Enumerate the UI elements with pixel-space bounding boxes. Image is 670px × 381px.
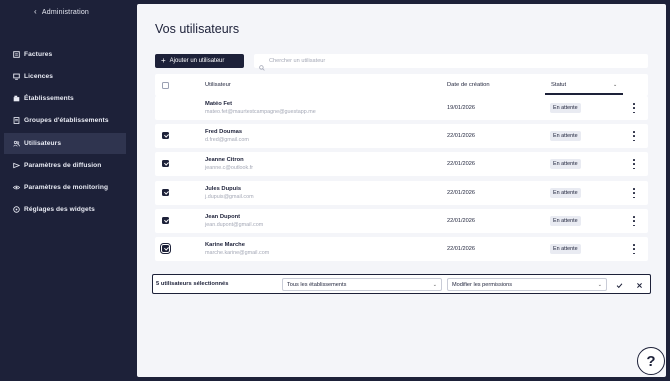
building-icon (13, 95, 20, 102)
back-label: Administration (41, 8, 90, 16)
user-email: jeanne.c@outlook.fr (205, 165, 254, 171)
add-user-button[interactable]: + Ajouter un utilisateur (155, 54, 244, 68)
eye-icon (13, 184, 20, 191)
establishment-select-value: Tous les établissements (287, 281, 347, 288)
user-email: jean.dupont@gmail.com (205, 222, 264, 228)
sidebar-item-monitoring[interactable]: Paramètres de monitoring (4, 177, 126, 198)
invoice-icon (13, 51, 20, 58)
confirm-button[interactable] (613, 279, 625, 291)
created-date: 19/01/2026 (447, 105, 475, 111)
status-filter-underline (545, 93, 623, 95)
sidebar-item-widgets[interactable]: Réglages des widgets (4, 199, 126, 220)
back-to-administration[interactable]: ‹ Administration (34, 8, 89, 16)
user-name: Jean Dupont (205, 214, 241, 220)
table-header: Utilisateur Date de création Statut ⌄ (155, 74, 648, 96)
sidebar-item-groupes[interactable]: Groupes d'établissements (4, 110, 126, 131)
row-checkbox[interactable] (162, 217, 169, 224)
status-badge: En attente (550, 159, 581, 169)
user-name: Matéo Fet (205, 101, 233, 107)
created-date: 22/01/2026 (447, 161, 475, 167)
main-panel: Vos utilisateurs + Ajouter un utilisateu… (137, 4, 666, 377)
sidebar-item-label: Paramètres de monitoring (24, 184, 109, 191)
sidebar-item-label: Groupes d'établissements (24, 117, 109, 124)
created-date: 22/01/2026 (447, 246, 475, 252)
status-badge: En attente (550, 188, 581, 198)
user-name: Karine Marche (205, 242, 245, 248)
created-date: 22/01/2026 (447, 190, 475, 196)
chevron-down-icon: ⌄ (597, 282, 602, 288)
status-badge: En attente (550, 244, 581, 254)
sidebar-item-label: Utilisateurs (24, 140, 62, 147)
page-title: Vos utilisateurs (155, 22, 240, 36)
sidebar: ‹ Administration Factures Licences Établ… (0, 0, 133, 381)
user-name: Jules Dupuis (205, 186, 242, 192)
select-all-checkbox[interactable] (162, 82, 169, 89)
sidebar-item-label: Établissements (24, 95, 74, 102)
users-icon (13, 140, 20, 147)
row-checkbox[interactable] (160, 243, 171, 254)
user-email: j.dupuis@gmail.com (205, 194, 254, 200)
permissions-select[interactable]: Modifier les permissions ⌄ (447, 278, 607, 291)
column-header-created[interactable]: Date de création (447, 74, 490, 96)
chevron-down-icon: ⌄ (432, 282, 437, 288)
widget-icon (13, 206, 20, 213)
user-name: Jeanne Citron (205, 157, 244, 163)
sidebar-item-label: Paramètres de diffusion (24, 162, 102, 169)
table-row[interactable]: Matéo Fet mateo.fet@maurtestcampagne@gue… (155, 96, 648, 120)
table-row[interactable]: Karine Marche marche.karine@gmail.com 22… (155, 237, 648, 261)
broadcast-icon (13, 162, 20, 169)
sidebar-item-licences[interactable]: Licences (4, 66, 126, 87)
status-badge: En attente (550, 216, 581, 226)
check-icon (616, 282, 622, 288)
user-email: mateo.fet@maurtestcampagne@guestapp.me (205, 109, 316, 115)
table-row[interactable]: Fred Doumas d.fred@gmail.com 22/01/2026 … (155, 124, 648, 148)
sidebar-item-label: Licences (24, 73, 54, 80)
sidebar-item-factures[interactable]: Factures (4, 44, 126, 65)
plus-icon: + (161, 56, 166, 65)
permissions-select-value: Modifier les permissions (452, 281, 512, 288)
more-options-icon[interactable] (632, 159, 636, 169)
more-options-icon[interactable] (632, 216, 636, 226)
table-row[interactable]: Jules Dupuis j.dupuis@gmail.com 22/01/20… (155, 181, 648, 205)
column-header-user[interactable]: Utilisateur (205, 74, 231, 96)
user-email: d.fred@gmail.com (205, 137, 249, 143)
sidebar-item-etablissements[interactable]: Établissements (4, 88, 126, 109)
created-date: 22/01/2026 (447, 133, 475, 139)
add-user-label: Ajouter un utilisateur (169, 58, 225, 64)
status-badge: En attente (550, 103, 581, 113)
sidebar-item-diffusion[interactable]: Paramètres de diffusion (4, 155, 126, 176)
more-options-icon[interactable] (632, 244, 636, 254)
more-options-icon[interactable] (632, 103, 636, 113)
help-button[interactable]: ? (637, 347, 665, 375)
more-options-icon[interactable] (632, 131, 636, 141)
created-date: 22/01/2026 (447, 218, 475, 224)
close-icon (636, 282, 642, 288)
table-row[interactable]: Jeanne Citron jeanne.c@outlook.fr 22/01/… (155, 152, 648, 176)
row-checkbox[interactable] (162, 189, 169, 196)
search-icon (259, 58, 265, 71)
row-checkbox[interactable] (162, 160, 169, 167)
monitor-icon (13, 73, 20, 80)
bulk-action-bar: 5 utilisateurs sélectionnés Tous les éta… (152, 274, 651, 294)
more-options-icon[interactable] (632, 188, 636, 198)
chevron-left-icon: ‹ (34, 7, 37, 16)
cancel-button[interactable] (633, 279, 645, 291)
document-icon (13, 117, 20, 124)
sidebar-item-utilisateurs[interactable]: Utilisateurs (4, 133, 126, 154)
user-email: marche.karine@gmail.com (205, 250, 270, 256)
selected-count-label: 5 utilisateurs sélectionnés (156, 281, 229, 287)
user-name: Fred Doumas (205, 129, 243, 135)
sort-caret-icon[interactable]: ⌄ (613, 82, 617, 88)
sidebar-item-label: Factures (24, 51, 53, 58)
status-badge: En attente (550, 131, 581, 141)
table-row[interactable]: Jean Dupont jean.dupont@gmail.com 22/01/… (155, 209, 648, 233)
row-checkbox[interactable] (162, 132, 169, 139)
establishment-select[interactable]: Tous les établissements ⌄ (282, 278, 442, 291)
search-bar (254, 54, 648, 71)
search-input[interactable] (269, 58, 629, 64)
sidebar-item-label: Réglages des widgets (24, 206, 95, 213)
